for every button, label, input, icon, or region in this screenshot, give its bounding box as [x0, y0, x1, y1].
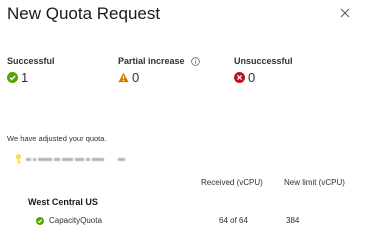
summary-unsuccessful: Unsuccessful 0 — [234, 56, 293, 85]
quota-name: CapacityQuota — [49, 216, 102, 225]
successful-label: Successful — [7, 56, 55, 66]
table-row: CapacityQuota 64 of 64 384 — [0, 216, 367, 228]
received-value: 64 of 64 — [219, 216, 248, 225]
unsuccessful-label: Unsuccessful — [234, 56, 293, 66]
redacted-account-name — [26, 157, 127, 161]
partial-increase-count: 0 — [132, 70, 140, 85]
summary-successful: Successful 1 — [7, 56, 55, 85]
account-row — [15, 154, 127, 164]
key-icon — [15, 154, 22, 164]
error-circle-icon — [234, 72, 245, 83]
column-header-new-limit: New limit (vCPU) — [284, 178, 345, 187]
unsuccessful-count: 0 — [248, 70, 256, 85]
summary-partial-increase: Partial increase 0 — [118, 56, 200, 85]
check-circle-icon — [7, 72, 18, 83]
partial-increase-label: Partial increase — [118, 56, 185, 66]
check-circle-icon — [36, 216, 44, 225]
close-icon — [340, 8, 350, 18]
close-button[interactable] — [338, 6, 352, 20]
info-icon[interactable] — [190, 56, 200, 66]
successful-count: 1 — [21, 70, 29, 85]
status-message: We have adjusted your quota. — [7, 134, 107, 143]
column-header-received: Received (vCPU) — [201, 178, 263, 187]
warning-triangle-icon — [118, 72, 129, 83]
dialog-title: New Quota Request — [7, 4, 161, 23]
region-name: West Central US — [28, 197, 98, 207]
new-limit-value: 384 — [286, 216, 300, 225]
